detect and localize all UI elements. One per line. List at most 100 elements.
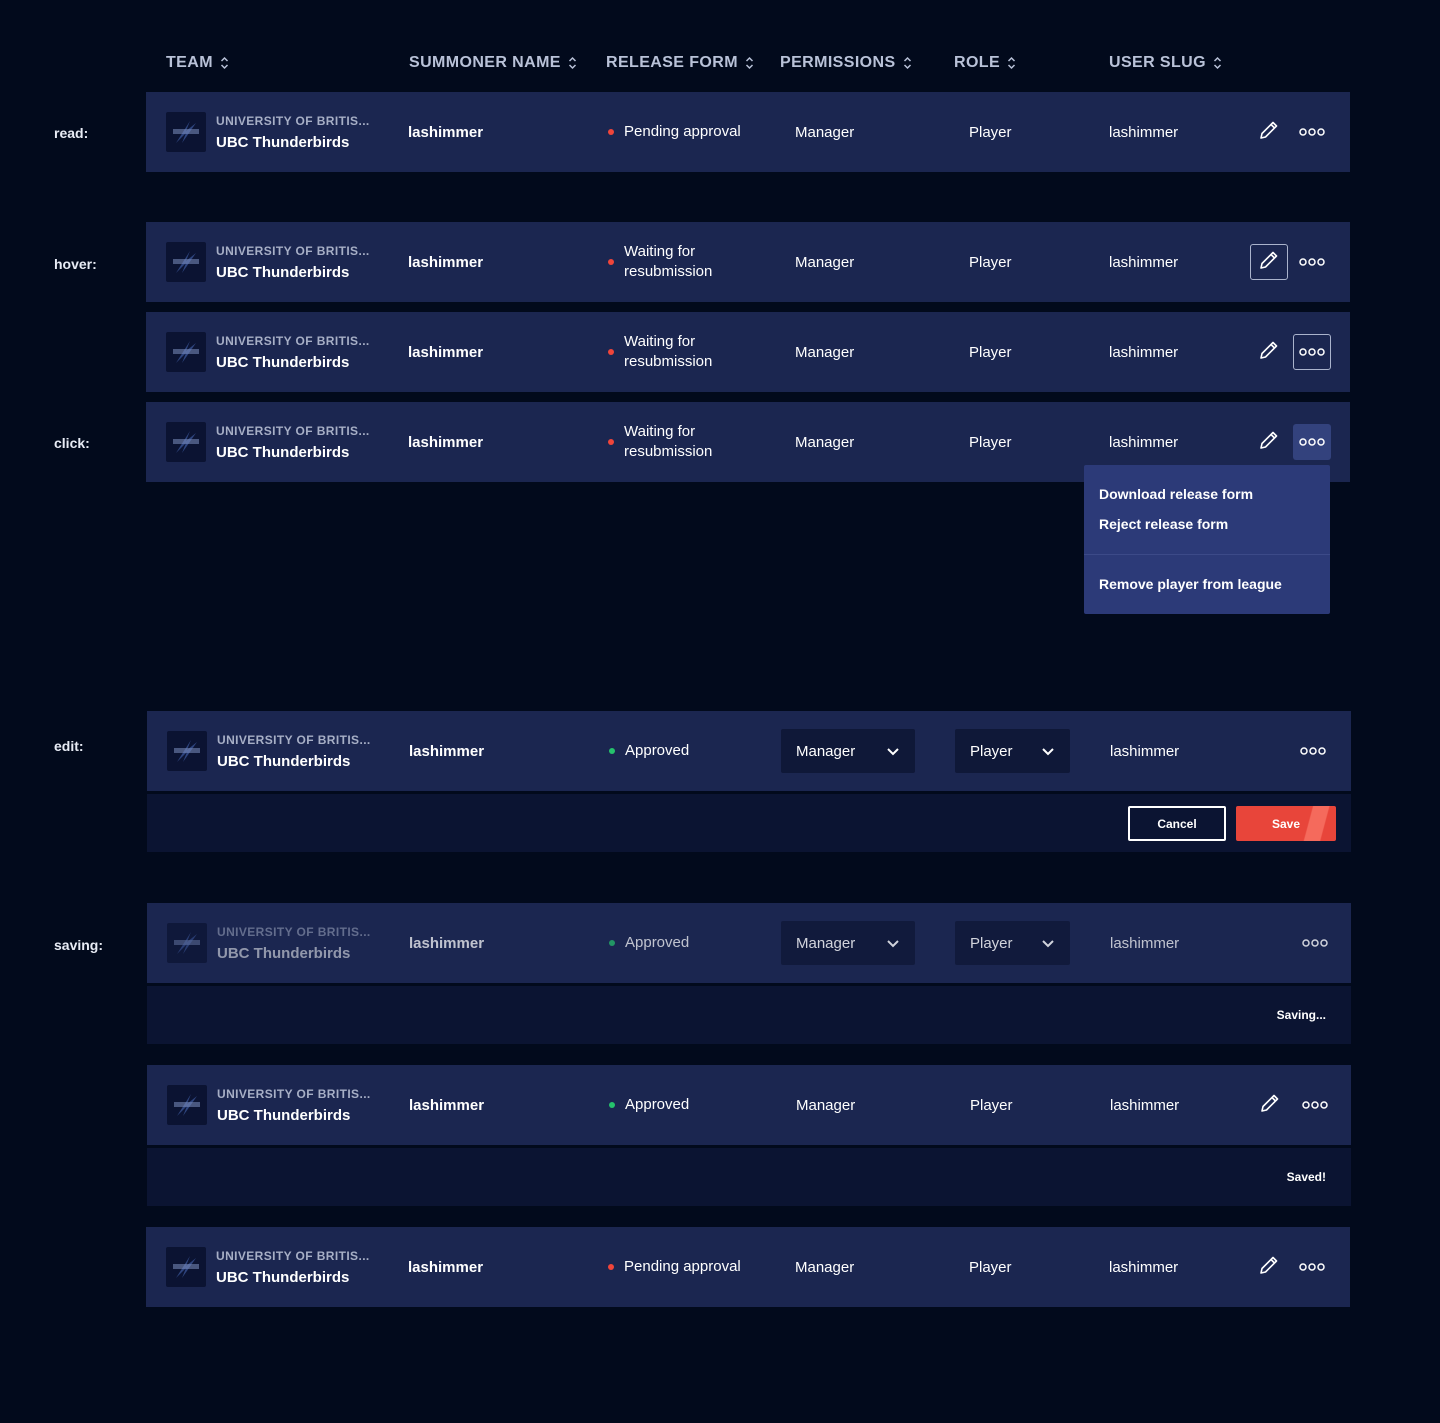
status-dot (609, 1102, 615, 1108)
menu-item-download-release-form[interactable]: Download release form (1099, 486, 1253, 502)
summoner-name: lashimmer (409, 1096, 485, 1114)
column-header-label: USER SLUG (1109, 54, 1206, 71)
status-dot (609, 748, 615, 754)
release-form-status: Waiting for resubmission (608, 312, 764, 392)
sort-icon (903, 56, 912, 70)
sort-icon (1007, 56, 1016, 70)
menu-item-remove-player[interactable]: Remove player from league (1099, 576, 1282, 592)
summoner-name: lashimmer (408, 433, 484, 451)
status-text: Approved (625, 1096, 690, 1113)
more-icon (1299, 1258, 1325, 1276)
summoner-name: lashimmer (408, 253, 484, 271)
table-row[interactable]: UNIVERSITY OF BRITIS... UBC Thunderbirds… (146, 312, 1350, 392)
role-value: Player (969, 123, 1012, 141)
more-button[interactable] (1293, 244, 1331, 280)
release-form-status: Waiting for resubmission (608, 402, 764, 482)
role-value: Player (969, 433, 1012, 451)
status-dot (608, 1264, 614, 1270)
column-header-label: ROLE (954, 54, 1001, 71)
role-select[interactable]: Player (955, 729, 1070, 773)
team-university: UNIVERSITY OF BRITIS... (216, 1248, 370, 1263)
state-label-read: read: (54, 125, 89, 141)
team-cell: UNIVERSITY OF BRITIS... UBC Thunderbirds (166, 1227, 370, 1307)
more-button[interactable] (1296, 1087, 1334, 1123)
summoner-name: lashimmer (408, 343, 484, 361)
more-button[interactable] (1293, 1249, 1331, 1285)
user-slug: lashimmer (1110, 934, 1180, 952)
role-value: Player (969, 253, 1012, 271)
team-university: UNIVERSITY OF BRITIS... (217, 1086, 371, 1101)
team-logo (166, 422, 206, 462)
table-row[interactable]: UNIVERSITY OF BRITIS... UBC Thunderbirds… (146, 1227, 1350, 1307)
more-button[interactable] (1294, 733, 1332, 769)
team-cell: UNIVERSITY OF BRITIS... UBC Thunderbirds (166, 312, 370, 392)
status-dot (608, 349, 614, 355)
edit-button[interactable] (1250, 334, 1288, 370)
pencil-icon (1258, 249, 1280, 276)
sort-icon (220, 56, 229, 70)
edit-actions-panel: Cancel Save (147, 794, 1351, 852)
status-text: Approved (625, 934, 690, 951)
cancel-button[interactable]: Cancel (1128, 806, 1226, 841)
table-row[interactable]: UNIVERSITY OF BRITIS... UBC Thunderbirds… (147, 711, 1351, 791)
more-button[interactable] (1293, 424, 1331, 460)
save-button[interactable]: Save (1236, 806, 1336, 841)
more-actions-menu: Download release form Reject release for… (1084, 465, 1330, 614)
team-logo (166, 332, 206, 372)
table-row[interactable]: UNIVERSITY OF BRITIS... UBC Thunderbirds… (146, 222, 1350, 302)
column-header-permissions[interactable]: PERMISSIONS (780, 48, 912, 78)
role-value: Player (969, 1258, 1012, 1276)
more-button[interactable] (1296, 925, 1334, 961)
team-name: UBC Thunderbirds (217, 1106, 351, 1124)
column-header-role[interactable]: ROLE (954, 48, 1016, 78)
column-header-release-form[interactable]: RELEASE FORM (606, 48, 754, 78)
more-icon (1299, 343, 1325, 361)
chevron-down-icon (886, 935, 900, 952)
team-cell: UNIVERSITY OF BRITIS... UBC Thunderbirds (166, 92, 370, 172)
role-select-value: Player (970, 742, 1013, 760)
column-header-summoner[interactable]: SUMMONER NAME (409, 48, 577, 78)
team-cell: UNIVERSITY OF BRITIS... UBC Thunderbirds (167, 711, 371, 791)
team-cell: UNIVERSITY OF BRITIS... UBC Thunderbirds (167, 903, 371, 983)
edit-button[interactable] (1250, 114, 1288, 150)
role-select-value: Player (970, 934, 1013, 952)
status-dot (608, 129, 614, 135)
permission-value: Manager (795, 123, 855, 141)
user-slug: lashimmer (1109, 123, 1179, 141)
edit-button[interactable] (1250, 244, 1288, 280)
column-header-user-slug[interactable]: USER SLUG (1109, 48, 1222, 78)
summoner-name: lashimmer (408, 1258, 484, 1276)
role-select[interactable]: Player (955, 921, 1070, 965)
status-text: Waiting for resubmission (624, 333, 713, 370)
saved-panel: Saved! (147, 1148, 1351, 1206)
permission-select[interactable]: Manager (781, 729, 915, 773)
user-slug: lashimmer (1110, 742, 1180, 760)
permission-value: Manager (795, 343, 855, 361)
release-form-status: Approved (609, 711, 765, 791)
permission-value: Manager (795, 1258, 855, 1276)
edit-button[interactable] (1251, 1087, 1289, 1123)
table-row[interactable]: UNIVERSITY OF BRITIS... UBC Thunderbirds… (147, 1065, 1351, 1145)
menu-item-reject-release-form[interactable]: Reject release form (1099, 516, 1228, 532)
state-label-click: click: (54, 435, 90, 451)
team-logo (166, 1247, 206, 1287)
more-button[interactable] (1293, 334, 1331, 370)
table-row[interactable]: UNIVERSITY OF BRITIS... UBC Thunderbirds… (147, 903, 1351, 983)
more-button[interactable] (1293, 114, 1331, 150)
status-text: Pending approval (624, 123, 741, 140)
more-icon (1299, 123, 1325, 141)
status-dot (608, 259, 614, 265)
role-value: Player (970, 1096, 1013, 1114)
edit-button[interactable] (1250, 1249, 1288, 1285)
team-university: UNIVERSITY OF BRITIS... (216, 423, 370, 438)
team-name: UBC Thunderbirds (217, 752, 351, 770)
chevron-down-icon (886, 743, 900, 760)
role-value: Player (969, 343, 1012, 361)
pencil-icon (1258, 1254, 1280, 1281)
permission-select[interactable]: Manager (781, 921, 915, 965)
release-form-status: Pending approval (608, 1227, 764, 1307)
table-row[interactable]: UNIVERSITY OF BRITIS... UBC Thunderbirds… (146, 92, 1350, 172)
column-header-team[interactable]: TEAM (166, 48, 229, 78)
edit-button[interactable] (1250, 424, 1288, 460)
team-university: UNIVERSITY OF BRITIS... (216, 113, 370, 128)
